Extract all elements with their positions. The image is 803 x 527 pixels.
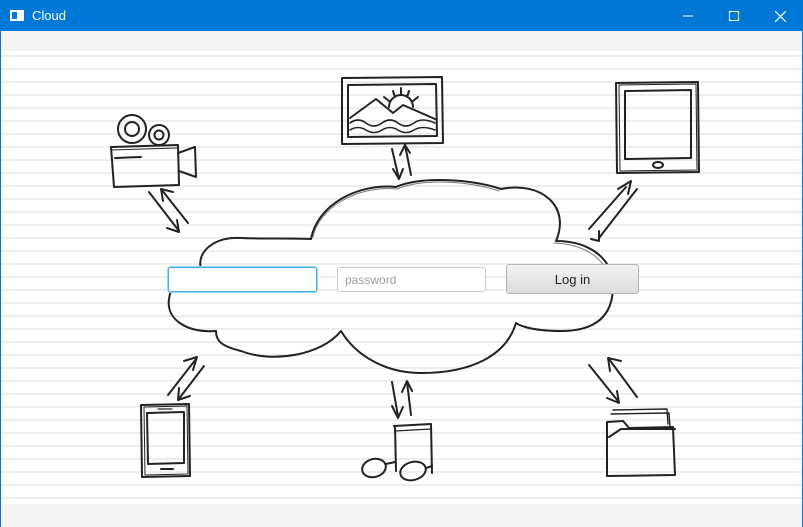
frame-arrows-icon [391, 144, 412, 180]
tablet-arrows-icon [588, 180, 638, 242]
music-note-icon [361, 423, 433, 482]
music-arrows-icon [391, 380, 413, 419]
folder-arrows-icon [588, 357, 638, 404]
picture-frame-icon [341, 76, 444, 145]
login-button[interactable]: Log in [506, 264, 639, 294]
illustration-layer [110, 76, 700, 482]
phone-arrows-icon [167, 356, 205, 401]
phone-icon [140, 403, 191, 478]
username-input[interactable] [168, 267, 317, 292]
tablet-icon [615, 81, 700, 174]
folder-icon [606, 408, 676, 477]
video-camera-icon [110, 114, 197, 188]
login-button-label: Log in [554, 271, 591, 287]
app-window: Cloud Log in [0, 0, 803, 527]
password-input[interactable] [337, 267, 486, 292]
camera-arrows-icon [148, 188, 189, 233]
